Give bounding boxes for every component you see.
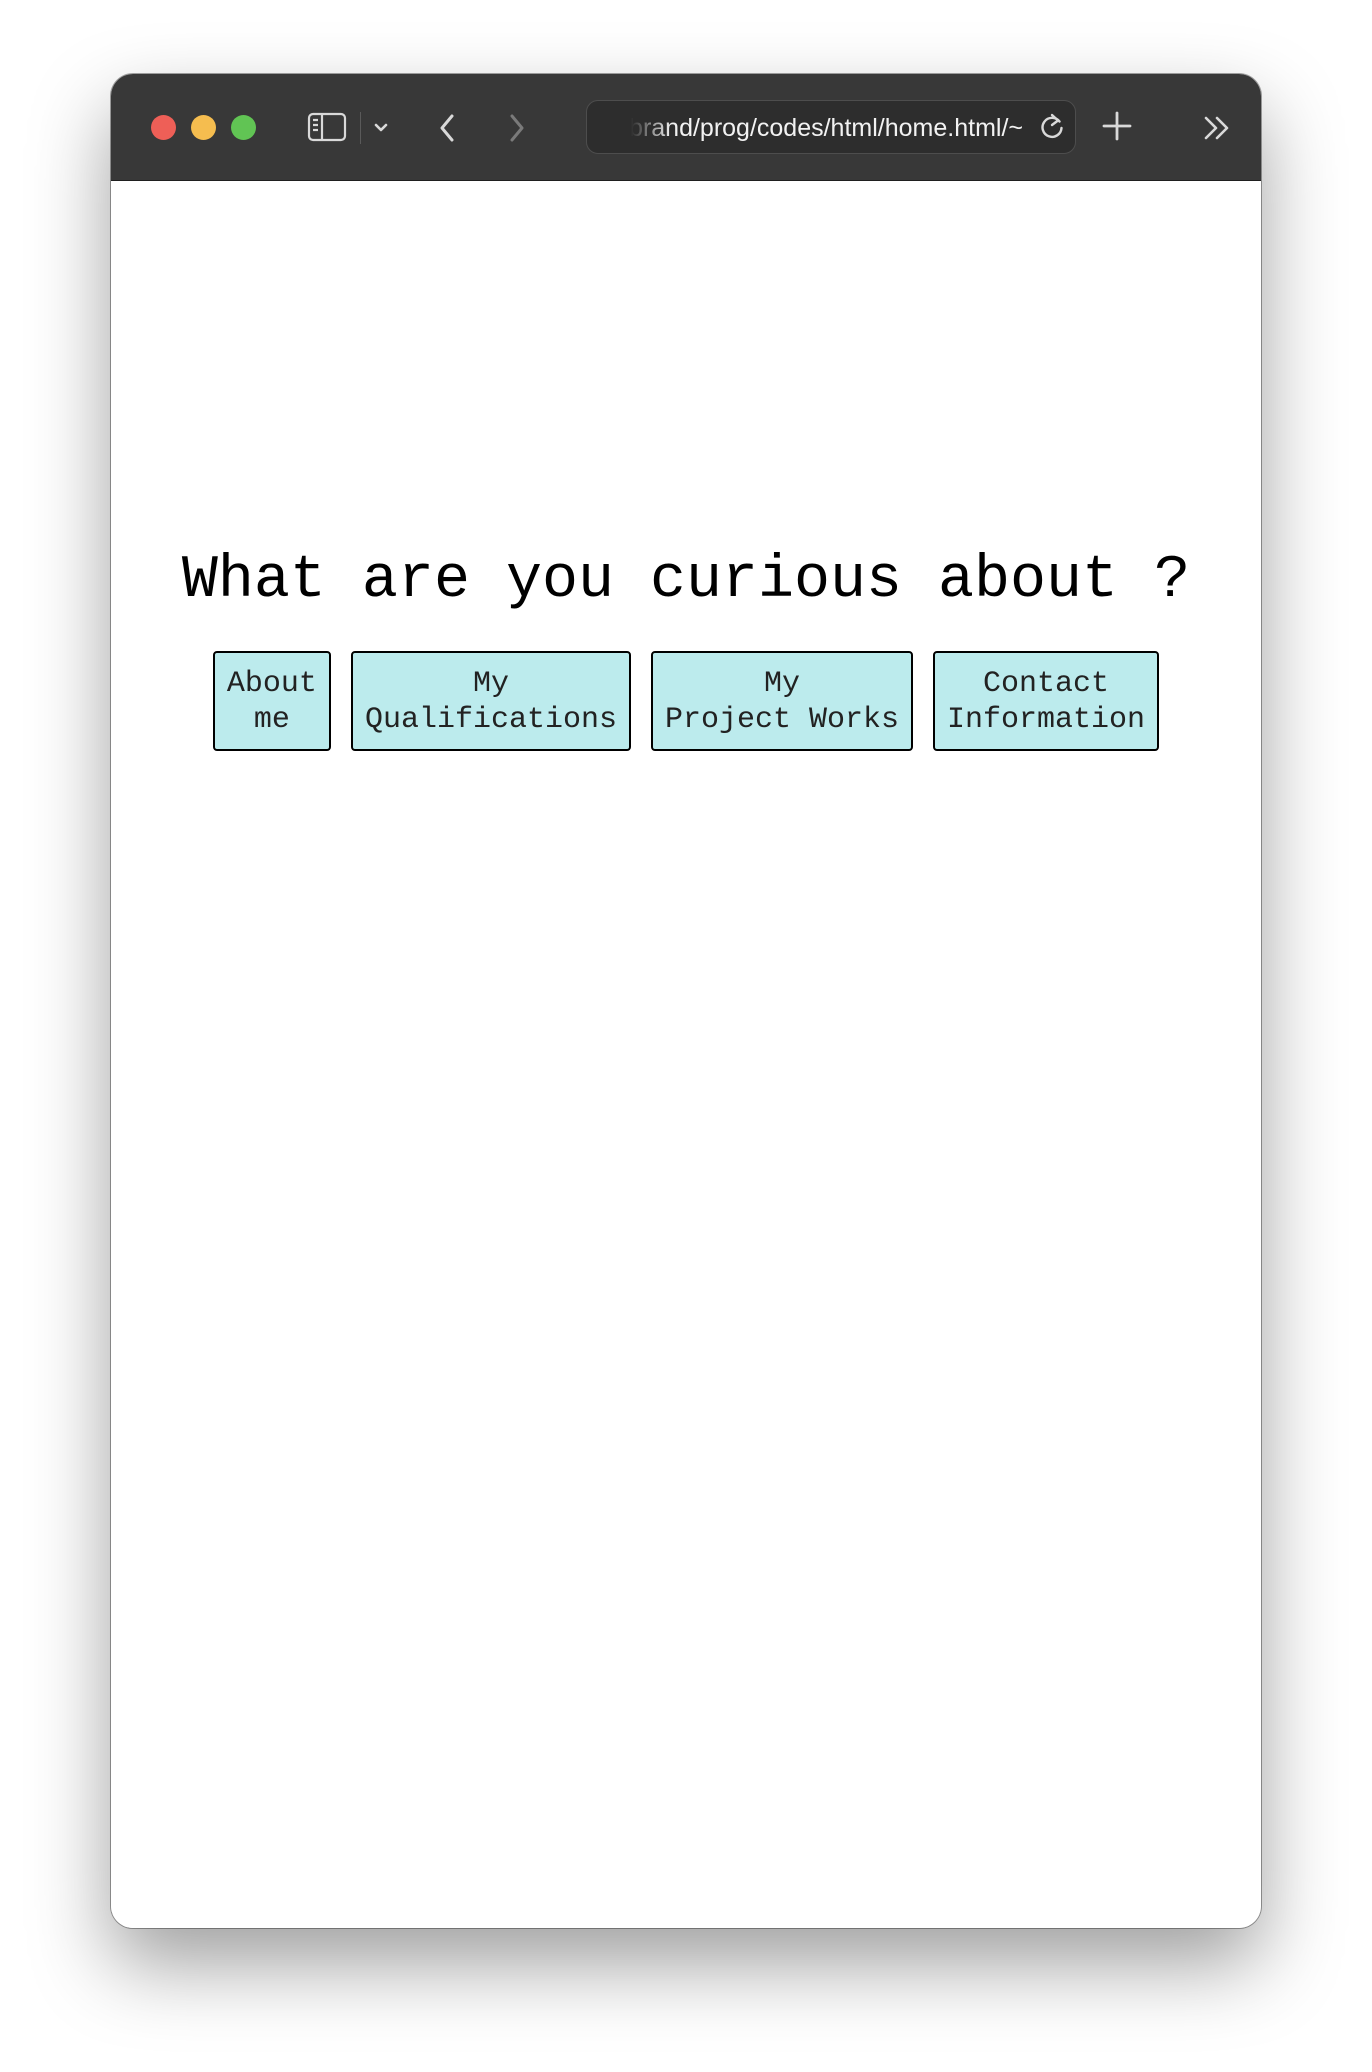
address-bar[interactable]: ~/Desktop/personal-website-brand/prog/co… [586, 100, 1076, 154]
forward-arrow-icon[interactable] [503, 110, 531, 146]
my-project-works-button[interactable]: My Project Works [650, 651, 914, 751]
chevron-down-icon[interactable] [369, 114, 393, 142]
browser-window: ~/Desktop/personal-website-brand/prog/co… [111, 74, 1261, 1928]
browser-toolbar: ~/Desktop/personal-website-brand/prog/co… [111, 74, 1261, 181]
toolbar-divider [360, 112, 361, 144]
plus-icon[interactable] [1099, 108, 1135, 144]
sidebar-toggle-icon[interactable] [307, 110, 347, 144]
address-url[interactable]: ~/Desktop/personal-website-brand/prog/co… [631, 114, 1023, 142]
page-heading: What are you curious about ? [181, 547, 1191, 615]
my-qualifications-button[interactable]: My Qualifications [350, 651, 631, 751]
close-window-button[interactable] [151, 115, 176, 140]
page-content: What are you curious about ? About me My… [111, 181, 1261, 1928]
about-me-button[interactable]: About me [212, 651, 331, 751]
double-chevron-right-icon[interactable] [1199, 112, 1235, 144]
back-arrow-icon[interactable] [433, 110, 461, 146]
button-row: About me My Qualifications My Project Wo… [111, 651, 1261, 751]
contact-information-button[interactable]: Contact Information [933, 651, 1160, 751]
reload-icon[interactable] [1037, 110, 1067, 144]
minimize-window-button[interactable] [191, 115, 216, 140]
zoom-window-button[interactable] [231, 115, 256, 140]
